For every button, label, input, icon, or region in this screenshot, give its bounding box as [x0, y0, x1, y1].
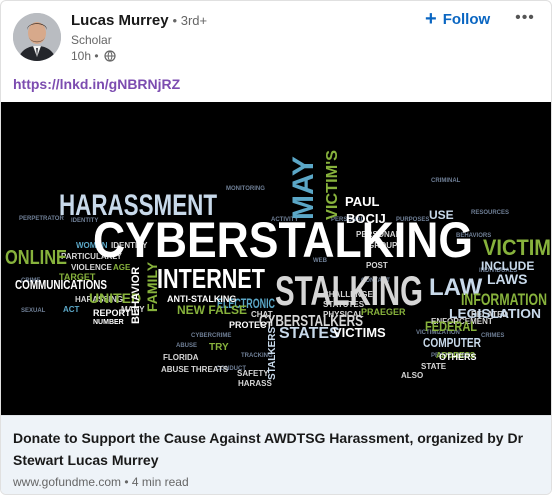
- svg-text:VICTIM'S: VICTIM'S: [324, 150, 341, 220]
- connection-degree: • 3rd+: [172, 13, 208, 28]
- author-headline: Scholar: [71, 33, 112, 47]
- svg-text:PAUL: PAUL: [345, 194, 379, 209]
- svg-text:PERPETRATOR: PERPETRATOR: [19, 216, 64, 222]
- svg-text:RESOURCES: RESOURCES: [471, 210, 509, 216]
- svg-text:PROTECT: PROTECT: [229, 320, 273, 330]
- post-time: 10h •: [71, 49, 99, 63]
- svg-text:TRY: TRY: [209, 342, 229, 353]
- svg-text:VICTIM: VICTIM: [483, 235, 551, 260]
- svg-text:REPORT: REPORT: [93, 308, 131, 318]
- author-name[interactable]: Lucas Murrey: [71, 12, 169, 29]
- post-header: Lucas Murrey • 3rd+ Scholar 10h • + Foll…: [1, 1, 551, 69]
- svg-text:THREATS: THREATS: [191, 365, 229, 374]
- svg-text:COMPUTER: COMPUTER: [423, 335, 481, 350]
- svg-text:PRAEGER: PRAEGER: [361, 307, 406, 317]
- preview-title[interactable]: Donate to Support the Cause Against AWDT…: [13, 427, 533, 471]
- follow-button[interactable]: + Follow: [425, 5, 490, 33]
- svg-text:USE: USE: [429, 208, 454, 222]
- svg-text:NUMBER: NUMBER: [93, 319, 124, 326]
- follow-label: Follow: [442, 10, 491, 28]
- svg-text:STALKERS: STALKERS: [267, 327, 278, 380]
- post-card: Lucas Murrey • 3rd+ Scholar 10h • + Foll…: [0, 0, 552, 495]
- svg-text:FAMILY: FAMILY: [144, 261, 160, 312]
- svg-text:STATE: STATE: [421, 362, 447, 371]
- svg-text:SEXUAL: SEXUAL: [21, 308, 46, 314]
- preview-source: www.gofundme.com • 4 min read: [13, 475, 189, 489]
- globe-icon: [103, 50, 116, 62]
- avatar[interactable]: [13, 13, 61, 61]
- svg-text:ALSO: ALSO: [401, 371, 423, 380]
- svg-text:CRIMINAL: CRIMINAL: [431, 178, 461, 184]
- svg-text:SAFETY: SAFETY: [237, 369, 269, 378]
- svg-text:ONLINE: ONLINE: [5, 247, 67, 269]
- svg-text:LEGISLATION: LEGISLATION: [449, 306, 541, 321]
- svg-text:TARGET: TARGET: [59, 272, 96, 282]
- more-options-button[interactable]: •••: [513, 5, 537, 31]
- wordcloud-image: PERPETRATORCRIMEIDENTITY CRIMINALRESOURC…: [1, 102, 551, 415]
- svg-text:CRIMES: CRIMES: [481, 333, 504, 339]
- svg-text:MONITORING: MONITORING: [226, 186, 265, 192]
- avatar-photo: [13, 13, 61, 61]
- more-horizontal-icon: •••: [515, 9, 535, 26]
- link-preview[interactable]: Donate to Support the Cause Against AWDT…: [1, 415, 551, 494]
- svg-text:OTHERS: OTHERS: [439, 352, 477, 362]
- svg-text:BOCIJ: BOCIJ: [346, 211, 386, 226]
- post-link[interactable]: https://lnkd.in/gNBRNjRZ: [13, 76, 180, 92]
- author-line: Lucas Murrey • 3rd+: [71, 12, 207, 29]
- post-meta: 10h •: [71, 49, 116, 63]
- svg-text:FLORIDA: FLORIDA: [163, 353, 199, 362]
- post-body: https://lnkd.in/gNBRNjRZ: [13, 76, 180, 92]
- svg-text:BEHAVIOR: BEHAVIOR: [130, 267, 142, 324]
- svg-text:ABUSE: ABUSE: [176, 343, 197, 349]
- svg-text:INTERNET: INTERNET: [157, 263, 265, 294]
- svg-text:CYBERSTALKING: CYBERSTALKING: [93, 212, 473, 268]
- post-image[interactable]: PERPETRATOR CRIME IDENTITY CRIMINAL RESOURC…: [1, 102, 551, 415]
- svg-text:VICTIMS: VICTIMS: [333, 325, 386, 340]
- svg-text:ABUSE: ABUSE: [161, 365, 190, 374]
- plus-icon: +: [425, 8, 437, 30]
- svg-text:CYBERCRIME: CYBERCRIME: [191, 333, 231, 339]
- svg-text:NEW FALSE: NEW FALSE: [177, 303, 247, 317]
- svg-text:LAWS: LAWS: [487, 271, 527, 287]
- svg-text:STATES: STATES: [279, 325, 340, 342]
- svg-text:MAY: MAY: [287, 156, 320, 220]
- svg-text:ACT: ACT: [63, 305, 80, 314]
